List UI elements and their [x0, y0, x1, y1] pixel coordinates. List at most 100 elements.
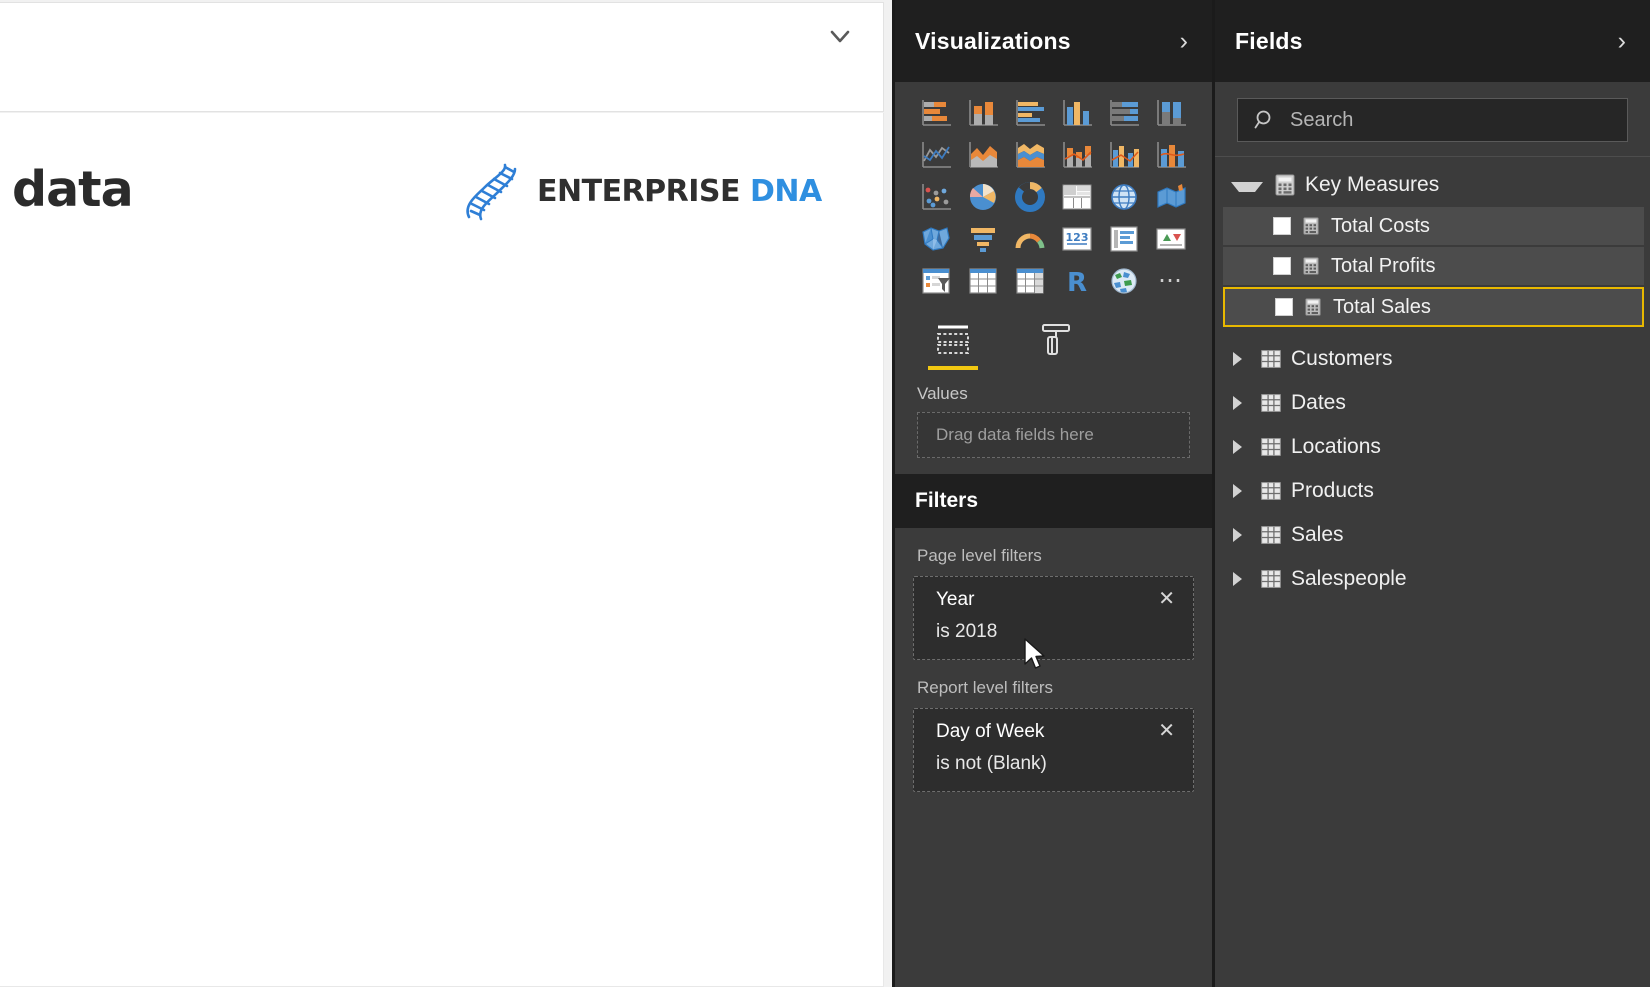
field-group-customers[interactable]: Customers [1215, 337, 1650, 381]
stacked-column-chart-icon[interactable] [960, 92, 1006, 134]
line-and-stacked-column-chart-icon[interactable] [1054, 134, 1100, 176]
slicer-icon[interactable] [913, 260, 959, 302]
field-group-label: Dates [1291, 391, 1346, 415]
close-icon[interactable]: ✕ [1158, 721, 1175, 741]
visualizations-panel: Visualizations › [892, 0, 1212, 987]
filter-card-year[interactable]: Year is 2018 ✕ [913, 576, 1194, 660]
table-grid-icon [1261, 437, 1281, 457]
fields-header: Fields › [1215, 0, 1650, 82]
ribbon-chart-icon[interactable] [1148, 134, 1194, 176]
values-dropzone[interactable]: Drag data fields here [917, 412, 1190, 458]
multi-row-card-icon[interactable] [1101, 218, 1147, 260]
stacked-area-chart-icon[interactable] [1007, 134, 1053, 176]
visualizations-title: Visualizations [915, 28, 1176, 55]
table-grid-icon [1261, 569, 1281, 589]
data-word-label: data [12, 161, 133, 218]
map-icon[interactable] [1101, 176, 1147, 218]
logo-enterprise-text: ENTERPRISE [537, 174, 740, 209]
field-group-salespeople[interactable]: Salespeople [1215, 557, 1650, 601]
field-checkbox[interactable] [1273, 217, 1291, 235]
field-item-total-sales[interactable]: Total Sales [1223, 287, 1644, 327]
field-item-label: Total Sales [1333, 296, 1431, 319]
triangle-right-icon[interactable] [1233, 528, 1251, 542]
field-group-label: Salespeople [1291, 567, 1407, 591]
triangle-right-icon[interactable] [1233, 396, 1251, 410]
funnel-chart-icon[interactable] [960, 218, 1006, 260]
table-grid-icon [1261, 481, 1281, 501]
clustered-bar-chart-icon[interactable] [1007, 92, 1053, 134]
filled-map-icon[interactable] [1148, 176, 1194, 218]
svg-text:R: R [1067, 268, 1087, 296]
report-level-filters-label: Report level filters [895, 660, 1212, 708]
field-group-label: Products [1291, 479, 1374, 503]
close-icon[interactable]: ✕ [1158, 589, 1175, 609]
measure-icon [1305, 298, 1321, 316]
measure-icon [1303, 217, 1319, 235]
field-group-key-measures[interactable]: Key Measures [1215, 165, 1650, 205]
donut-chart-icon[interactable] [1007, 176, 1053, 218]
area-chart-icon[interactable] [960, 134, 1006, 176]
fields-tree: Key Measures Total Costs [1215, 157, 1650, 601]
logo-wordmark: ENTERPRISE DNA [537, 174, 822, 209]
canvas-body: data ENTERPRIS [0, 113, 884, 987]
field-group-sales[interactable]: Sales [1215, 513, 1650, 557]
table-grid-icon [1261, 349, 1281, 369]
kpi-icon[interactable] [1148, 218, 1194, 260]
stacked-bar-chart-icon[interactable] [913, 92, 959, 134]
report-canvas: data ENTERPRIS [0, 0, 892, 987]
visualization-pane-tabs [895, 308, 1212, 370]
treemap-icon[interactable] [1054, 176, 1100, 218]
100-percent-stacked-column-chart-icon[interactable] [1148, 92, 1194, 134]
table-icon[interactable] [960, 260, 1006, 302]
filter-card-day-of-week[interactable]: Day of Week is not (Blank) ✕ [913, 708, 1194, 792]
triangle-right-icon[interactable] [1233, 440, 1251, 454]
line-chart-icon[interactable] [913, 134, 959, 176]
triangle-right-icon[interactable] [1233, 572, 1251, 586]
triangle-right-icon[interactable] [1233, 484, 1251, 498]
chevron-right-icon[interactable]: › [1176, 29, 1192, 54]
clustered-column-chart-icon[interactable] [1054, 92, 1100, 134]
100-percent-stacked-bar-chart-icon[interactable] [1101, 92, 1147, 134]
shape-map-icon[interactable] [913, 218, 959, 260]
fields-tab[interactable] [925, 316, 981, 370]
search-icon [1254, 109, 1276, 131]
chevron-down-icon[interactable] [825, 21, 855, 51]
filter-condition: is not (Blank) [936, 753, 1179, 775]
matrix-icon[interactable] [1007, 260, 1053, 302]
calculator-icon [1275, 174, 1295, 196]
visualization-type-gallery: 123 [895, 82, 1212, 308]
visual-card-top[interactable] [0, 2, 884, 112]
field-item-total-profits[interactable]: Total Profits [1223, 247, 1644, 285]
triangle-down-icon[interactable] [1231, 182, 1263, 192]
fields-grid-icon [932, 322, 974, 356]
more-options-icon[interactable]: ⋯ [1148, 260, 1194, 302]
field-checkbox[interactable] [1275, 298, 1293, 316]
pie-chart-icon[interactable] [960, 176, 1006, 218]
line-and-clustered-column-chart-icon[interactable] [1101, 134, 1147, 176]
search-placeholder: Search [1290, 109, 1353, 132]
triangle-right-icon[interactable] [1233, 352, 1251, 366]
filters-header: Filters [895, 474, 1212, 528]
scatter-chart-icon[interactable] [913, 176, 959, 218]
field-group-products[interactable]: Products [1215, 469, 1650, 513]
r-script-visual-icon[interactable]: R [1054, 260, 1100, 302]
field-group-locations[interactable]: Locations [1215, 425, 1650, 469]
field-item-label: Total Costs [1331, 215, 1430, 238]
format-tab[interactable] [1027, 316, 1083, 370]
card-icon[interactable]: 123 [1054, 218, 1100, 260]
table-grid-icon [1261, 525, 1281, 545]
field-checkbox[interactable] [1273, 257, 1291, 275]
gauge-icon[interactable] [1007, 218, 1053, 260]
arcgis-map-icon[interactable] [1101, 260, 1147, 302]
svg-text:123: 123 [1066, 231, 1089, 244]
chevron-right-icon[interactable]: › [1614, 29, 1630, 54]
table-grid-icon [1261, 393, 1281, 413]
measure-icon [1303, 257, 1319, 275]
field-item-label: Total Profits [1331, 255, 1435, 278]
field-group-dates[interactable]: Dates [1215, 381, 1650, 425]
field-item-total-costs[interactable]: Total Costs [1223, 207, 1644, 245]
filters-title: Filters [915, 489, 978, 513]
fields-search-wrap: Search [1215, 82, 1650, 157]
filter-field-name: Year [936, 589, 1179, 611]
search-input[interactable]: Search [1237, 98, 1628, 142]
